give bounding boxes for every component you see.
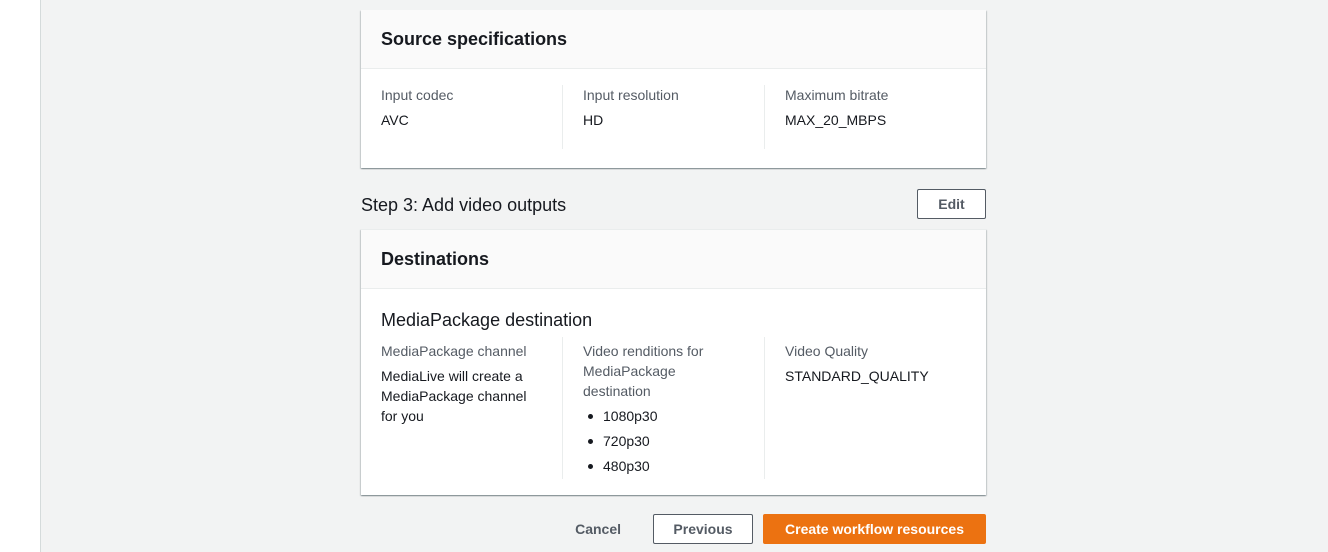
destinations-title: Destinations [361, 230, 986, 289]
destinations-panel: Destinations MediaPackage destination Me… [361, 229, 986, 495]
step-3-header: Step 3: Add video outputs Edit [361, 189, 986, 219]
bullet-icon [588, 438, 593, 444]
wizard-actions: Cancel Previous Create workflow resource… [555, 514, 986, 544]
rendition-label: 1080p30 [603, 408, 658, 424]
maximum-bitrate-label: Maximum bitrate [785, 87, 889, 103]
input-codec-value: AVC [381, 112, 409, 128]
video-quality-label: Video Quality [785, 343, 869, 359]
cancel-button[interactable]: Cancel [555, 514, 641, 544]
video-quality-field: Video Quality STANDARD_QUALITY [764, 337, 966, 479]
previous-button[interactable]: Previous [653, 514, 753, 544]
input-resolution-label: Input resolution [583, 87, 679, 103]
maximum-bitrate-field: Maximum bitrate MAX_20_MBPS [764, 85, 966, 149]
input-codec-field: Input codec AVC [381, 85, 562, 149]
mediapackage-destination-title: MediaPackage destination [381, 310, 593, 330]
list-item: 1080p30 [583, 406, 745, 426]
source-specifications-columns: Input codec AVC Input resolution HD Maxi… [361, 69, 986, 149]
bullet-icon [588, 463, 593, 469]
video-renditions-field: Video renditions for MediaPackage destin… [562, 337, 764, 479]
bullet-icon [588, 413, 593, 419]
mediapackage-channel-label: MediaPackage channel [381, 343, 527, 359]
rendition-label: 480p30 [603, 458, 650, 474]
list-item: 720p30 [583, 431, 745, 451]
rendition-label: 720p30 [603, 433, 650, 449]
video-renditions-label: Video renditions for MediaPackage destin… [583, 343, 704, 399]
step-3-title: Step 3: Add video outputs [361, 194, 567, 215]
source-specifications-panel: Source specifications Input codec AVC In… [361, 10, 986, 168]
input-resolution-field: Input resolution HD [562, 85, 764, 149]
list-item: 480p30 [583, 456, 745, 476]
input-resolution-value: HD [583, 112, 604, 128]
left-navigation-rail [0, 0, 41, 552]
input-codec-label: Input codec [381, 87, 454, 103]
video-quality-value: STANDARD_QUALITY [785, 368, 929, 384]
create-workflow-resources-button[interactable]: Create workflow resources [763, 514, 986, 544]
source-specifications-title: Source specifications [361, 10, 986, 69]
maximum-bitrate-value: MAX_20_MBPS [785, 112, 887, 128]
mediapackage-channel-field: MediaPackage channel MediaLive will crea… [381, 337, 562, 479]
edit-step-3-button[interactable]: Edit [917, 189, 986, 219]
mediapackage-channel-value: MediaLive will create a MediaPackage cha… [381, 368, 527, 424]
destinations-columns: MediaPackage channel MediaLive will crea… [361, 331, 986, 479]
video-renditions-list: 1080p30 720p30 480p30 [583, 406, 745, 476]
